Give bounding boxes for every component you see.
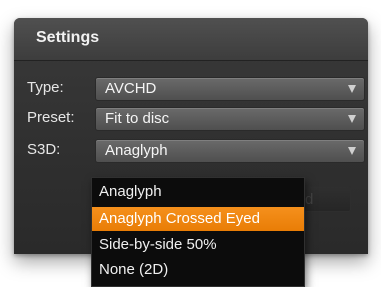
preset-label: Preset: <box>27 109 75 126</box>
panel-title: Settings <box>36 29 100 46</box>
chevron-down-icon <box>348 85 356 93</box>
s3d-label: S3D: <box>27 141 61 158</box>
type-label: Type: <box>27 79 64 96</box>
s3d-dropdown-menu: Anaglyph Anaglyph Crossed Eyed Side-by-s… <box>91 177 305 287</box>
option-label: Anaglyph Crossed Eyed <box>99 210 260 227</box>
s3d-option-side-by-side[interactable]: Side-by-side 50% <box>92 233 304 257</box>
option-label: Anaglyph <box>99 183 162 200</box>
s3d-option-anaglyph-crossed-eyed[interactable]: Anaglyph Crossed Eyed <box>92 207 304 231</box>
preset-dropdown[interactable]: Fit to disc <box>95 107 365 131</box>
type-value: AVCHD <box>105 80 157 97</box>
option-label: Side-by-side 50% <box>99 236 217 253</box>
option-label: None (2D) <box>99 261 169 278</box>
preset-value: Fit to disc <box>105 110 170 127</box>
chevron-down-icon <box>348 147 356 155</box>
s3d-option-anaglyph[interactable]: Anaglyph <box>92 180 304 204</box>
s3d-value: Anaglyph <box>105 142 168 159</box>
panel-header: Settings <box>14 18 368 61</box>
s3d-dropdown[interactable]: Anaglyph <box>95 139 365 163</box>
chevron-down-icon <box>348 115 356 123</box>
type-dropdown[interactable]: AVCHD <box>95 77 365 101</box>
s3d-option-none-2d[interactable]: None (2D) <box>92 258 304 282</box>
